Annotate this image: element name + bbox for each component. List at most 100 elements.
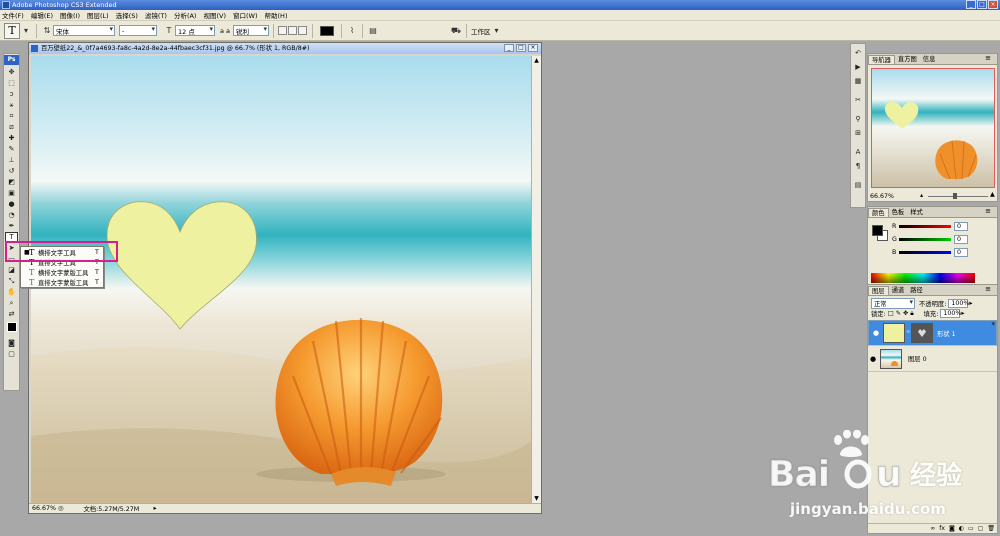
menu-image[interactable]: 图像(I) bbox=[60, 10, 80, 20]
tab-channels[interactable]: 通道 bbox=[889, 286, 908, 295]
blue-slider[interactable] bbox=[899, 251, 951, 254]
navigator-zoom-slider[interactable] bbox=[928, 196, 988, 197]
tab-swatches[interactable]: 色板 bbox=[889, 208, 908, 217]
lock-position-icon[interactable]: ✥ bbox=[903, 310, 908, 317]
chevron-right-icon[interactable]: ▸ bbox=[961, 310, 964, 317]
workspace-button[interactable]: 工作区 bbox=[471, 26, 491, 36]
minimize-icon[interactable]: _ bbox=[966, 0, 976, 9]
status-zoom[interactable]: 66.67% bbox=[32, 505, 58, 512]
magic-wand-tool-icon[interactable]: ⚹ bbox=[5, 100, 18, 110]
lock-image-icon[interactable]: ✎ bbox=[896, 310, 901, 317]
eyedropper-tool-icon[interactable]: ⤡ bbox=[5, 276, 18, 286]
red-slider[interactable] bbox=[899, 225, 951, 228]
font-family-select[interactable]: 宋体 bbox=[53, 25, 115, 36]
chevron-down-icon[interactable]: ▾ bbox=[20, 25, 32, 37]
image-canvas[interactable] bbox=[31, 56, 531, 503]
text-tool-preset-button[interactable]: T bbox=[4, 22, 20, 39]
menu-help[interactable]: 帮助(H) bbox=[265, 10, 288, 20]
history-panel-icon[interactable]: ↶ bbox=[852, 47, 864, 58]
clone-source-icon[interactable]: ⊞ bbox=[852, 127, 864, 138]
lock-transparency-icon[interactable]: □ bbox=[888, 310, 894, 317]
navigator-zoom-slider-handle[interactable] bbox=[953, 193, 957, 199]
menu-analysis[interactable]: 分析(A) bbox=[174, 10, 197, 20]
menu-window[interactable]: 窗口(W) bbox=[233, 10, 258, 20]
menu-file[interactable]: 文件(F) bbox=[2, 10, 24, 20]
color-spectrum-bar[interactable] bbox=[871, 273, 975, 283]
warp-text-icon[interactable]: ⌇ bbox=[346, 25, 358, 37]
document-minimize-icon[interactable]: _ bbox=[504, 44, 514, 52]
brush-tool-icon[interactable]: ✎ bbox=[5, 144, 18, 154]
close-icon[interactable]: × bbox=[988, 0, 998, 9]
crop-tool-icon[interactable]: ⌗ bbox=[5, 111, 18, 121]
font-size-select[interactable]: 12 点 bbox=[175, 25, 215, 36]
slice-tool-icon[interactable]: ⧄ bbox=[5, 122, 18, 132]
align-center-button[interactable] bbox=[288, 26, 298, 35]
swatches-dock-icon[interactable]: ▦ bbox=[852, 75, 864, 86]
healing-brush-tool-icon[interactable]: ✚ bbox=[5, 133, 18, 143]
anti-alias-select[interactable]: 锐利 bbox=[233, 25, 270, 36]
align-left-button[interactable] bbox=[278, 26, 288, 35]
flyout-item-vertical-type-mask[interactable]: T 直排文字蒙版工具 T bbox=[21, 277, 103, 287]
layer-row-layer-0[interactable]: ● 图层 0 bbox=[868, 346, 997, 372]
clone-stamp-tool-icon[interactable]: ⊥ bbox=[5, 155, 18, 165]
panel-menu-icon[interactable]: ≡ bbox=[982, 207, 994, 216]
opacity-input[interactable]: 100% bbox=[948, 299, 969, 308]
text-orientation-toggle-icon[interactable]: ⇅ bbox=[41, 25, 53, 37]
panel-menu-icon[interactable]: ≡ bbox=[982, 54, 994, 63]
quick-mask-icon[interactable]: ◙ bbox=[5, 338, 18, 348]
layer-comps-icon[interactable]: ▤ bbox=[852, 179, 864, 190]
brushes-panel-icon[interactable]: ⚲ bbox=[852, 113, 864, 124]
text-color-swatch[interactable] bbox=[320, 25, 335, 36]
scroll-down-icon[interactable]: ▼ bbox=[532, 494, 541, 503]
new-layer-icon[interactable]: ▢ bbox=[978, 525, 984, 532]
zoom-out-icon[interactable]: ▴ bbox=[920, 192, 923, 199]
bridge-icon[interactable]: ⛟ bbox=[450, 25, 462, 37]
vector-mask-thumbnail[interactable] bbox=[911, 323, 933, 343]
menu-layer[interactable]: 图层(L) bbox=[87, 10, 109, 20]
document-maximize-icon[interactable]: □ bbox=[516, 44, 526, 52]
lasso-tool-icon[interactable]: ↄ bbox=[5, 89, 18, 99]
screen-mode-icon[interactable]: ▢ bbox=[5, 349, 18, 359]
tab-navigator[interactable]: 导航器 bbox=[868, 55, 895, 64]
navigator-thumbnail[interactable] bbox=[871, 68, 995, 188]
red-value-input[interactable]: 0 bbox=[954, 222, 968, 231]
blend-mode-select[interactable]: 正常 bbox=[871, 298, 915, 309]
marquee-tool-icon[interactable]: ⬚ bbox=[5, 78, 18, 88]
lock-all-icon[interactable]: 🔒︎ bbox=[910, 310, 913, 318]
tab-histogram[interactable]: 直方图 bbox=[895, 55, 920, 64]
tab-layers[interactable]: 图层 bbox=[868, 286, 889, 295]
zoom-tool-icon[interactable]: ⌕ bbox=[5, 298, 18, 308]
scroll-up-icon[interactable]: ▲ bbox=[532, 56, 541, 65]
document-close-icon[interactable]: × bbox=[528, 44, 538, 52]
status-menu-icon[interactable]: ▸ bbox=[154, 505, 157, 512]
link-chain-icon[interactable]: ∞ bbox=[906, 329, 910, 337]
fill-input[interactable]: 100% bbox=[940, 309, 961, 318]
menu-select[interactable]: 选择(S) bbox=[116, 10, 138, 20]
move-tool-icon[interactable]: ✥ bbox=[5, 67, 18, 77]
font-style-select[interactable]: - bbox=[119, 25, 157, 36]
zoom-in-icon[interactable]: ▲ bbox=[990, 191, 995, 198]
paragraph-dock-icon[interactable]: ¶ bbox=[852, 160, 864, 171]
swap-colors-icon[interactable]: ⇄ bbox=[5, 309, 18, 319]
status-info-icon[interactable]: ◎ bbox=[58, 505, 64, 512]
blur-tool-icon[interactable]: ● bbox=[5, 199, 18, 209]
foreground-color-swatch[interactable] bbox=[7, 322, 17, 332]
visibility-eye-icon[interactable]: ● bbox=[868, 355, 878, 363]
flyout-item-horizontal-type-mask[interactable]: T 横排文字蒙版工具 T bbox=[21, 267, 103, 277]
character-panel-icon[interactable]: ▤ bbox=[367, 25, 379, 37]
history-brush-tool-icon[interactable]: ↺ bbox=[5, 166, 18, 176]
gradient-tool-icon[interactable]: ▣ bbox=[5, 188, 18, 198]
green-slider[interactable] bbox=[899, 238, 951, 241]
layer-row-shape-1[interactable]: ● ∞ 形状 1 bbox=[868, 320, 997, 346]
menu-view[interactable]: 视图(V) bbox=[203, 10, 226, 20]
tab-styles[interactable]: 样式 bbox=[907, 208, 926, 217]
tool-presets-icon[interactable]: ✂ bbox=[852, 94, 864, 105]
character-dock-icon[interactable]: A bbox=[852, 146, 864, 157]
hand-tool-icon[interactable]: ✋ bbox=[5, 287, 18, 297]
layer-name[interactable]: 形状 1 bbox=[937, 329, 956, 338]
navigator-zoom[interactable]: 66.67% bbox=[870, 193, 894, 200]
delete-layer-icon[interactable]: 🗑︎ bbox=[987, 525, 995, 532]
tab-color[interactable]: 颜色 bbox=[868, 208, 889, 217]
blue-value-input[interactable]: 0 bbox=[954, 248, 968, 257]
menu-edit[interactable]: 编辑(E) bbox=[31, 10, 53, 20]
